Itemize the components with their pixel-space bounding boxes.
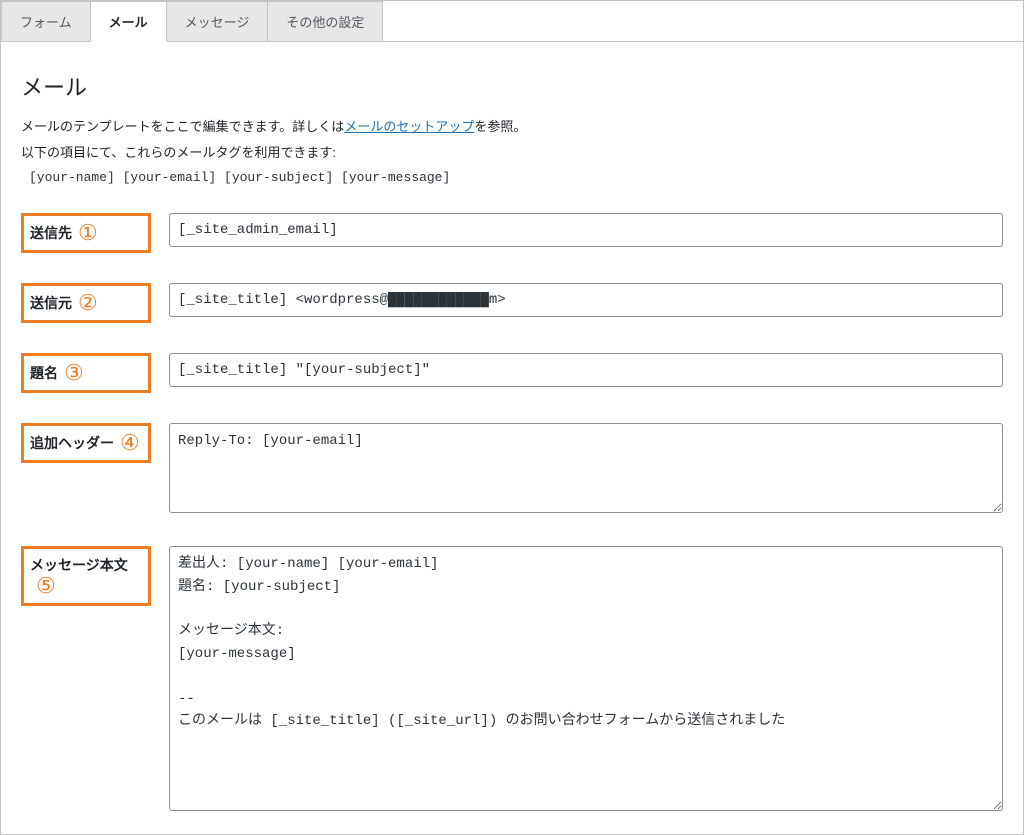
row-headers: 追加ヘッダー ④	[21, 423, 1003, 516]
label-from: 送信元 ②	[21, 283, 151, 323]
setup-link[interactable]: メールのセットアップ	[344, 119, 474, 134]
section-desc: メールのテンプレートをここで編集できます。詳しくはメールのセットアップを参照。	[21, 116, 1003, 138]
subject-input[interactable]	[169, 353, 1003, 387]
row-subject: 題名 ③	[21, 353, 1003, 393]
desc-text-after: を参照。	[474, 119, 526, 134]
label-headers: 追加ヘッダー ④	[21, 423, 151, 463]
label-headers-text: 追加ヘッダー	[30, 433, 114, 453]
mail-panel: フォーム メール メッセージ その他の設定 メール メールのテンプレートをここで…	[0, 0, 1024, 835]
headers-input[interactable]	[169, 423, 1003, 513]
label-to-text: 送信先	[30, 223, 72, 243]
body-input[interactable]	[169, 546, 1003, 811]
row-from: 送信元 ②	[21, 283, 1003, 323]
row-body: メッセージ本文 ⑤	[21, 546, 1003, 814]
tab-messages[interactable]: メッセージ	[166, 1, 269, 41]
annotation-4-icon: ④	[120, 432, 140, 454]
label-body-text: メッセージ本文	[30, 555, 128, 575]
annotation-1-icon: ①	[78, 222, 98, 244]
tab-content: メール メールのテンプレートをここで編集できます。詳しくはメールのセットアップを…	[1, 41, 1023, 834]
label-to: 送信先 ①	[21, 213, 151, 253]
to-input[interactable]	[169, 213, 1003, 247]
tab-additional[interactable]: その他の設定	[267, 1, 383, 41]
tab-bar: フォーム メール メッセージ その他の設定	[1, 1, 1023, 41]
tab-mail[interactable]: メール	[90, 1, 167, 42]
from-input[interactable]	[169, 283, 1003, 317]
mail-tags: [your-name] [your-email] [your-subject] …	[29, 170, 1003, 185]
section-title: メール	[21, 70, 1003, 102]
annotation-2-icon: ②	[78, 292, 98, 314]
label-subject-text: 題名	[30, 363, 58, 383]
label-subject: 題名 ③	[21, 353, 151, 393]
tags-intro: 以下の項目にて、これらのメールタグを利用できます:	[21, 142, 1003, 164]
label-from-text: 送信元	[30, 293, 72, 313]
row-to: 送信先 ①	[21, 213, 1003, 253]
annotation-3-icon: ③	[64, 362, 84, 384]
annotation-5-icon: ⑤	[36, 575, 142, 597]
desc-text-before: メールのテンプレートをここで編集できます。詳しくは	[21, 119, 344, 134]
label-body: メッセージ本文 ⑤	[21, 546, 151, 606]
tab-form[interactable]: フォーム	[1, 1, 91, 41]
